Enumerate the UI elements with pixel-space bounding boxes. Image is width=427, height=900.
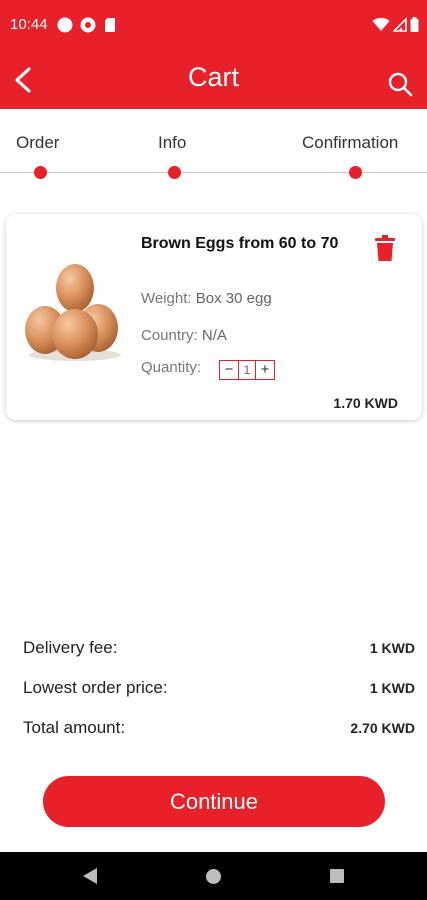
step-order-label: Order (16, 133, 60, 152)
country-value: N/A (201, 327, 227, 344)
search-icon[interactable] (386, 70, 414, 98)
cart-item-card: Brown Eggs from 60 to 70 Weight: Box 30 … (6, 214, 422, 420)
step-confirmation-label: Confirmation (302, 133, 399, 152)
total-amount-value: 2.70 KWD (350, 720, 415, 736)
app-header: 10:44 Cart (0, 0, 427, 109)
weight-label: Weight: (141, 290, 192, 307)
battery-icon (410, 17, 419, 32)
product-name: Brown Eggs from 60 to 70 (141, 235, 339, 252)
signal-icon (393, 17, 407, 32)
step-order-dot (34, 166, 47, 179)
increase-quantity-button[interactable]: + (256, 361, 274, 379)
stepper-line (0, 172, 427, 173)
total-amount-label: Total amount: (23, 718, 126, 737)
product-weight: Weight: Box 30 egg (141, 290, 272, 307)
status-time: 10:44 (10, 16, 48, 33)
wifi-icon (372, 17, 390, 31)
sd-card-icon (105, 18, 115, 32)
lowest-order-label: Lowest order price: (23, 678, 168, 697)
notification-icon (57, 17, 73, 33)
status-bar: 10:44 (0, 0, 427, 52)
page-title: Cart (187, 62, 239, 92)
step-info-dot (168, 166, 181, 179)
nav-recents-icon[interactable] (330, 869, 344, 883)
country-label: Country: (141, 327, 198, 344)
quantity-stepper: − 1 + (219, 360, 275, 380)
step-confirmation-dot (349, 166, 362, 179)
nav-home-icon[interactable] (206, 869, 221, 884)
delivery-fee-label: Delivery fee: (23, 638, 118, 657)
product-country: Country: N/A (141, 327, 227, 344)
item-price: 1.70 KWD (333, 395, 398, 411)
delivery-fee-value: 1 KWD (369, 640, 415, 656)
app-notification-icon (80, 17, 96, 33)
quantity-value: 1 (238, 361, 256, 379)
system-nav-bar (0, 852, 427, 900)
trash-icon[interactable] (374, 234, 396, 262)
lowest-order-value: 1 KWD (369, 680, 415, 696)
weight-value: Box 30 egg (195, 290, 272, 307)
nav-back-icon[interactable] (82, 867, 98, 885)
quantity-label: Quantity: (141, 359, 202, 376)
continue-button[interactable]: Continue (43, 776, 385, 827)
step-info-label: Info (158, 133, 187, 152)
product-image (25, 264, 121, 361)
decrease-quantity-button[interactable]: − (220, 361, 238, 379)
